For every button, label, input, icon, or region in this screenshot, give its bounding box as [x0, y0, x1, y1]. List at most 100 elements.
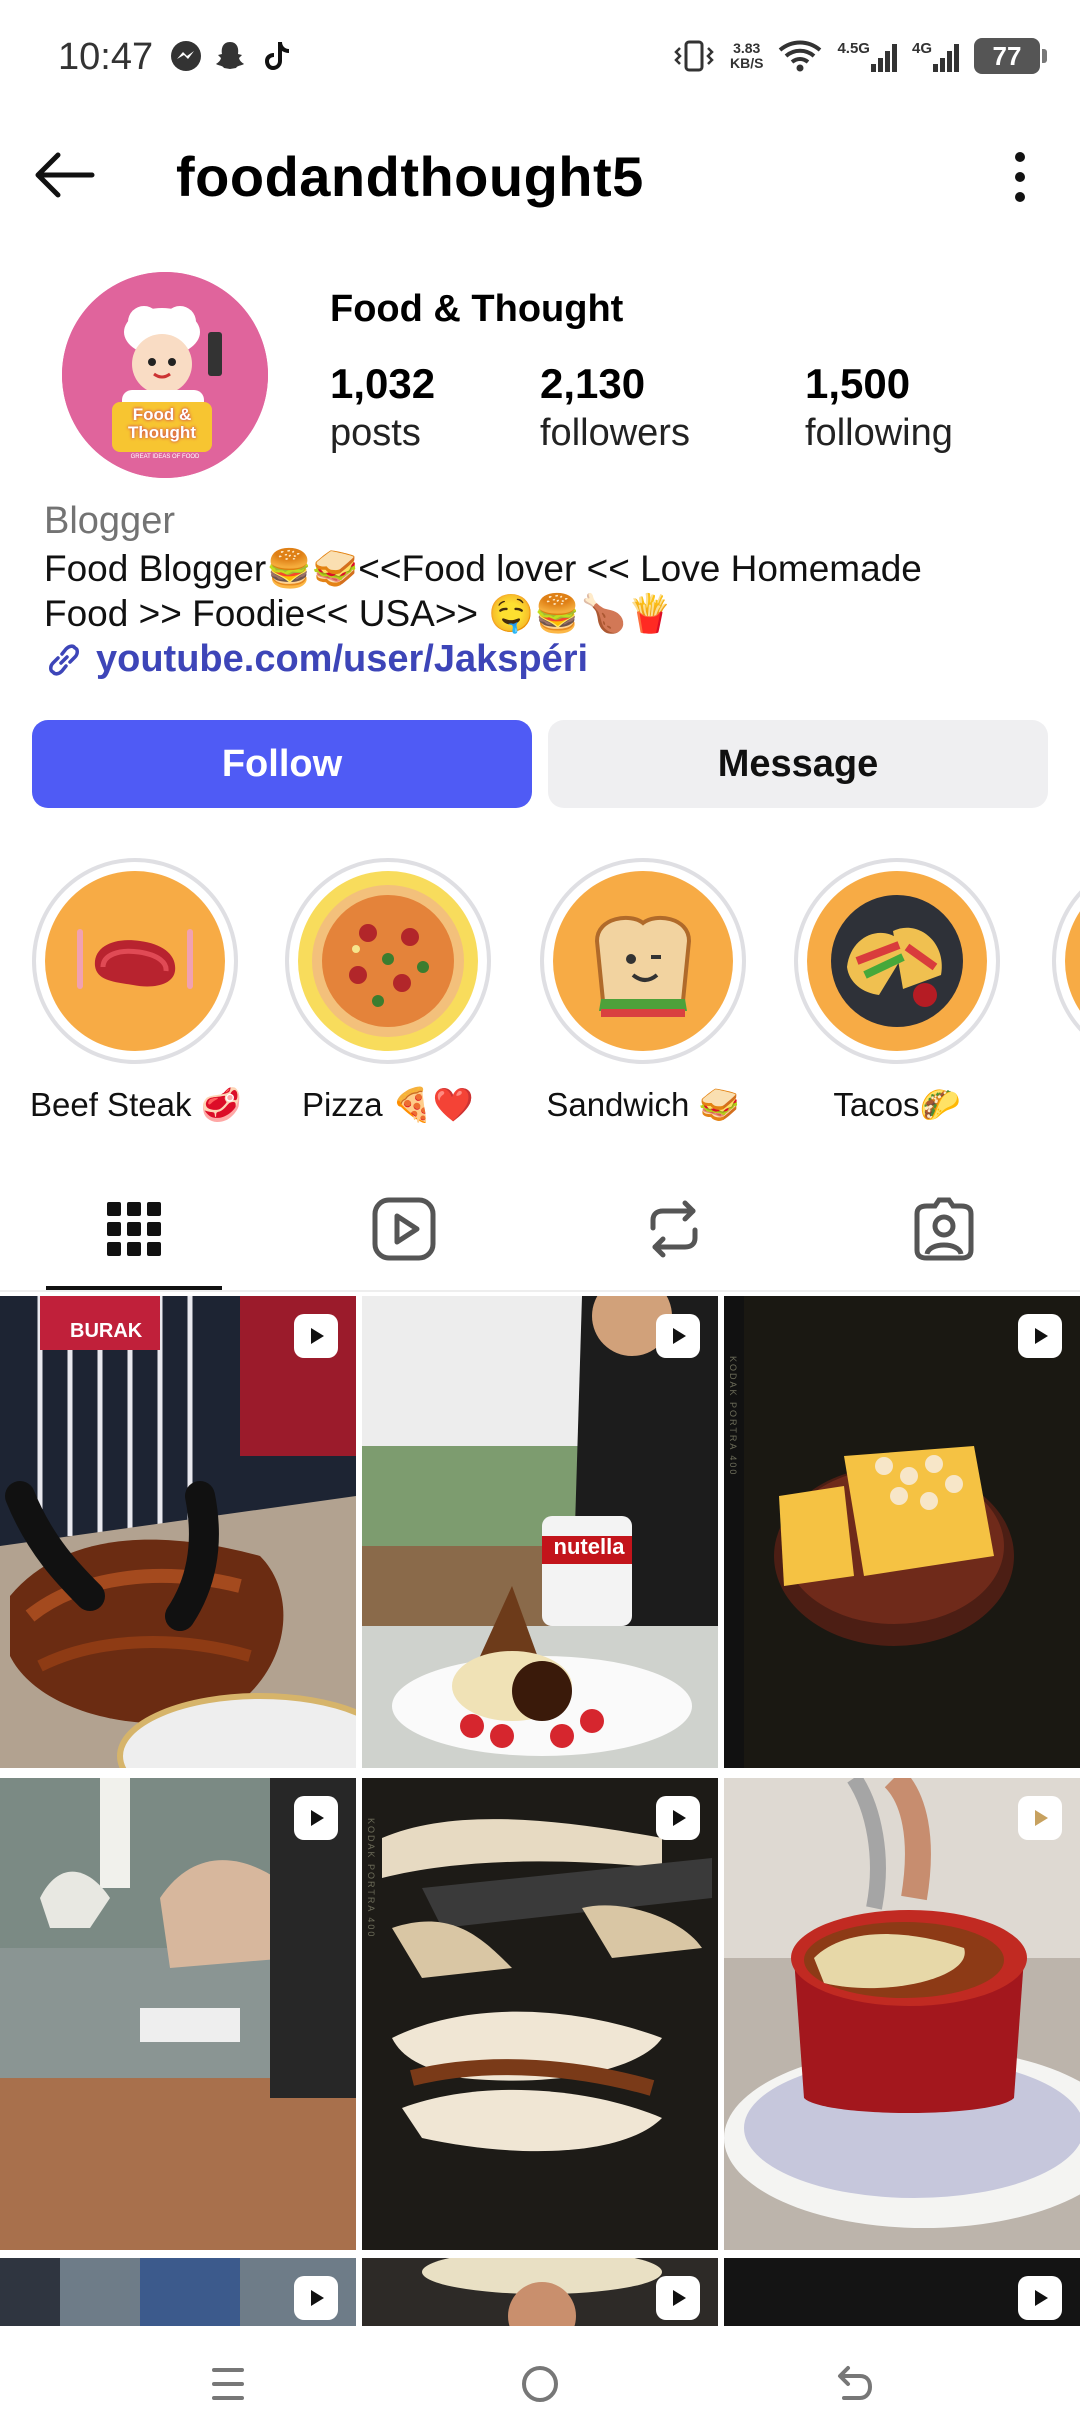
highlight-cover: [298, 871, 478, 1051]
following-stat[interactable]: 1,500 following: [805, 360, 953, 458]
followers-stat[interactable]: 2,130 followers: [540, 360, 690, 458]
profile-category: Blogger: [44, 500, 175, 542]
avatar-logo-line-1: Food &: [132, 405, 192, 424]
reels-icon[interactable]: [369, 1194, 439, 1264]
system-nav-bar: [0, 2326, 1080, 2436]
tiktok-icon: [265, 42, 289, 70]
highlight-cover: [45, 871, 225, 1051]
speed-value: 3.83: [733, 40, 761, 56]
steak-icon: [77, 929, 193, 989]
play-icon: [673, 1328, 686, 1344]
reel-badge: [1018, 2276, 1062, 2320]
pizza-icon: [312, 885, 464, 1037]
grid-post[interactable]: [0, 2258, 356, 2326]
reel-badge: [656, 1314, 700, 1358]
signal-bars-icon: [933, 44, 959, 72]
highlight-cover: [553, 871, 733, 1051]
wifi-icon: [779, 40, 822, 72]
profile-header: foodandthought5: [0, 120, 1080, 230]
status-bar: 10:47 3.83 KB/S 4.5G 4G 77: [0, 0, 1080, 110]
grid-post[interactable]: [0, 1778, 356, 2250]
grid-post[interactable]: [724, 1778, 1080, 2250]
status-right: 3.83 KB/S 4.5G 4G 77: [672, 34, 1047, 78]
following-count: 1,500: [805, 360, 911, 407]
bio-line-2: Food >> Foodie<< USA>> 🤤🍔🍗🍟: [44, 593, 673, 634]
grid-post[interactable]: [724, 2258, 1080, 2326]
network-type-1: 4.5G: [837, 40, 870, 57]
grid-post[interactable]: KODAK PORTRA 400: [724, 1296, 1080, 1768]
highlight-ring: [32, 858, 238, 1064]
profile-link[interactable]: youtube.com/user/Jakspéri: [44, 638, 588, 681]
posts-stat[interactable]: 1,032 posts: [330, 360, 435, 458]
grid-icon[interactable]: [99, 1194, 169, 1264]
battery-indicator: 77: [974, 38, 1047, 74]
highlight-label: Beef Steak 🥩: [30, 1086, 242, 1123]
avatar-logo-line-2: Thought: [128, 423, 196, 442]
grid-post[interactable]: nutella: [362, 1296, 718, 1768]
signal-bars-icon: [870, 44, 897, 72]
play-icon: [311, 1810, 324, 1826]
highlight-cover: [1065, 871, 1080, 1051]
network-speed: 3.83 KB/S: [730, 41, 763, 71]
link-icon: [49, 643, 79, 676]
bio-line-1: Food Blogger🍔🥪<<Food lover << Love Homem…: [44, 548, 922, 589]
reposts-icon[interactable]: [639, 1194, 709, 1264]
play-icon: [673, 1810, 686, 1826]
highlight-sandwich[interactable]: Sandwich 🥪: [538, 858, 748, 1125]
highlight-partial[interactable]: [1052, 858, 1080, 1064]
highlight-pizza[interactable]: Pizza 🍕❤️: [283, 858, 493, 1125]
highlight-beef-steak[interactable]: Beef Steak 🥩: [30, 858, 242, 1125]
profile-link-text[interactable]: youtube.com/user/Jakspéri: [96, 638, 588, 681]
message-button[interactable]: Message: [548, 720, 1048, 808]
reel-badge: [656, 1796, 700, 1840]
back-icon[interactable]: [822, 2354, 882, 2414]
post-thumbnail: [0, 1778, 356, 2250]
highlight-ring: [1052, 858, 1080, 1064]
play-icon: [311, 2290, 324, 2306]
profile-tabs: [0, 1168, 1080, 1292]
nutella-label: nutella: [553, 1534, 625, 1559]
home-icon[interactable]: [510, 2354, 570, 2414]
network-type-2: 4G: [911, 40, 932, 57]
back-arrow-icon[interactable]: [30, 140, 100, 210]
reel-badge: [294, 1314, 338, 1358]
play-icon: [1035, 1810, 1048, 1826]
posts-count: 1,032: [330, 360, 436, 407]
snapchat-icon: [216, 42, 244, 69]
play-icon: [311, 1328, 324, 1344]
tacos-icon: [831, 895, 963, 1027]
highlight-tacos[interactable]: Tacos🌮: [792, 858, 1002, 1125]
sandwich-icon: [594, 915, 692, 1017]
more-options-icon[interactable]: [990, 142, 1050, 212]
status-time: 10:47: [58, 36, 154, 78]
highlight-label: Tacos🌮: [833, 1086, 961, 1123]
highlight-label: Sandwich 🥪: [546, 1086, 740, 1123]
avatar-logo-text: Food & Thought: [112, 406, 212, 442]
film-edge-text: KODAK PORTRA 400: [366, 1818, 376, 1939]
reel-badge: [656, 2276, 700, 2320]
post-thumbnail: [362, 1296, 718, 1768]
signal-2: 4G: [912, 38, 960, 74]
grid-post[interactable]: BURAK: [0, 1296, 356, 1768]
grid-post[interactable]: KODAK PORTRA 400: [362, 1778, 718, 2250]
signal-1: 4.5G: [837, 38, 898, 74]
reel-badge: [294, 2276, 338, 2320]
speed-unit: KB/S: [730, 55, 764, 71]
profile-avatar[interactable]: Food & Thought GREAT IDEAS OF FOOD: [62, 272, 268, 478]
followers-count: 2,130: [540, 360, 646, 407]
tabs-divider: [0, 1290, 1080, 1292]
tagged-icon[interactable]: [909, 1194, 979, 1264]
highlight-ring: [794, 858, 1000, 1064]
display-name: Food & Thought: [330, 288, 624, 330]
play-icon: [1035, 1328, 1048, 1344]
vibrate-icon: [674, 40, 714, 72]
messenger-icon: [171, 41, 201, 71]
menu-icon[interactable]: [198, 2354, 258, 2414]
post-thumbnail: [724, 1296, 1080, 1768]
posts-label: posts: [330, 412, 421, 454]
grid-post[interactable]: [362, 2258, 718, 2326]
profile-bio: Food Blogger🍔🥪<<Food lover << Love Homem…: [44, 546, 1044, 636]
follow-button[interactable]: Follow: [32, 720, 532, 808]
play-icon: [1035, 2290, 1048, 2306]
burak-sign: BURAK: [70, 1320, 143, 1342]
